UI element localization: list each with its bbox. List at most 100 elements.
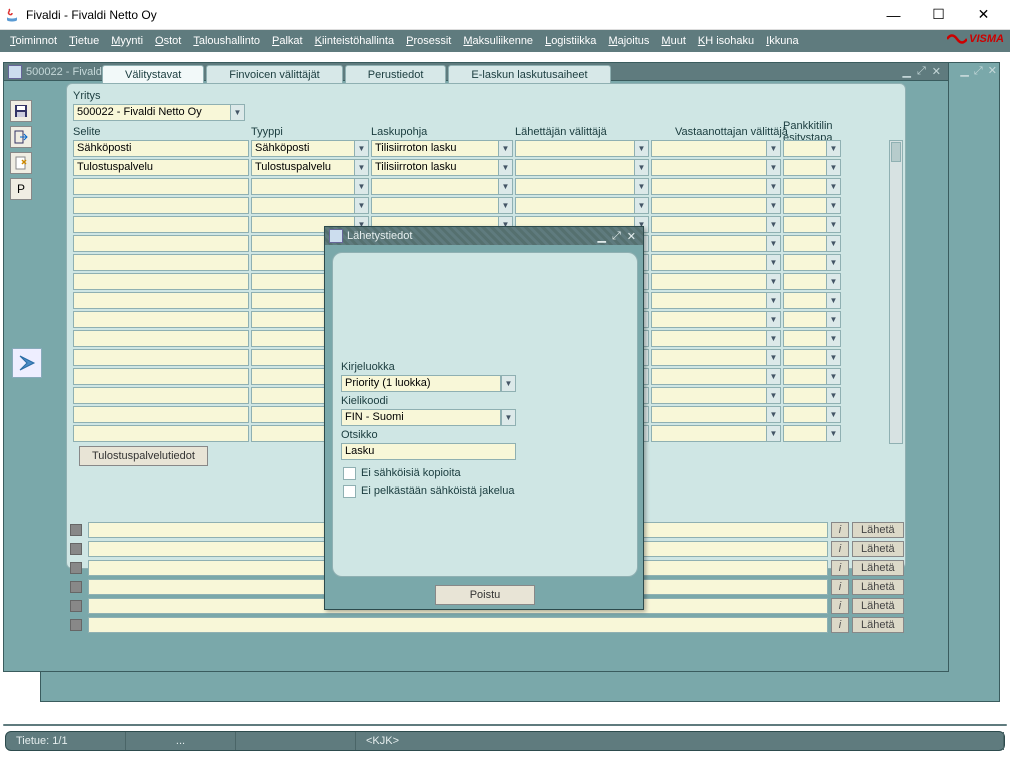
doc-close-icon[interactable]: ✕ <box>929 65 944 78</box>
selite-cell[interactable] <box>73 330 249 347</box>
pankkitilin-cell[interactable] <box>783 349 827 366</box>
pankkitilin-cell[interactable] <box>783 311 827 328</box>
info-button[interactable]: i <box>831 541 849 557</box>
selite-cell[interactable] <box>73 425 249 442</box>
vastaanottajan-cell[interactable] <box>651 368 767 385</box>
pankkitilin-cell-dropdown-icon[interactable]: ▼ <box>826 425 841 442</box>
vastaanottajan-cell-dropdown-icon[interactable]: ▼ <box>766 273 781 290</box>
vastaanottajan-cell[interactable] <box>651 330 767 347</box>
vastaanottajan-cell[interactable] <box>651 349 767 366</box>
vastaanottajan-cell-dropdown-icon[interactable]: ▼ <box>766 425 781 442</box>
laskupohja-cell[interactable] <box>371 178 499 195</box>
pankkitilin-cell-dropdown-icon[interactable]: ▼ <box>826 330 841 347</box>
vastaanottajan-cell-dropdown-icon[interactable]: ▼ <box>766 254 781 271</box>
laskupohja-cell-dropdown-icon[interactable]: ▼ <box>498 197 513 214</box>
selite-cell[interactable] <box>73 292 249 309</box>
selite-cell[interactable] <box>73 406 249 423</box>
scrollbar-handle[interactable] <box>891 142 901 162</box>
laheta-button[interactable]: Lähetä <box>852 541 904 557</box>
vastaanottajan-cell-dropdown-icon[interactable]: ▼ <box>766 159 781 176</box>
laskupohja-cell[interactable]: Tilisiirroton lasku <box>371 140 499 157</box>
pankkitilin-cell-dropdown-icon[interactable]: ▼ <box>826 140 841 157</box>
vastaanottajan-cell-dropdown-icon[interactable]: ▼ <box>766 216 781 233</box>
menu-toiminnot[interactable]: Toiminnot <box>4 32 63 50</box>
row-checkbox[interactable] <box>70 581 82 593</box>
menu-taloushallinto[interactable]: Taloushallinto <box>187 32 266 50</box>
vastaanottajan-cell-dropdown-icon[interactable]: ▼ <box>766 140 781 157</box>
vastaanottajan-cell[interactable] <box>651 387 767 404</box>
doc-min-icon[interactable]: ▁ <box>900 65 914 78</box>
kirjeluokka-field[interactable]: Priority (1 luokka) <box>341 375 501 392</box>
pankkitilin-cell-dropdown-icon[interactable]: ▼ <box>826 387 841 404</box>
info-button[interactable]: i <box>831 522 849 538</box>
tab-elaskun[interactable]: E-laskun laskutusaiheet <box>448 65 610 84</box>
info-button[interactable]: i <box>831 598 849 614</box>
lahettajan-cell-dropdown-icon[interactable]: ▼ <box>634 178 649 195</box>
row-field[interactable] <box>88 617 828 633</box>
lahettajan-cell[interactable] <box>515 140 635 157</box>
doc-max-icon[interactable]: ⤢ <box>914 65 929 78</box>
vastaanottajan-cell-dropdown-icon[interactable]: ▼ <box>766 368 781 385</box>
vastaanottajan-cell-dropdown-icon[interactable]: ▼ <box>766 311 781 328</box>
tyyppi-cell-dropdown-icon[interactable]: ▼ <box>354 159 369 176</box>
poistu-button[interactable]: Poistu <box>435 585 535 605</box>
laskupohja-cell[interactable] <box>371 197 499 214</box>
close-button[interactable]: ✕ <box>961 1 1006 29</box>
tyyppi-cell-dropdown-icon[interactable]: ▼ <box>354 140 369 157</box>
vastaanottajan-cell-dropdown-icon[interactable]: ▼ <box>766 406 781 423</box>
laskupohja-cell-dropdown-icon[interactable]: ▼ <box>498 140 513 157</box>
row-checkbox[interactable] <box>70 600 82 612</box>
pankkitilin-cell-dropdown-icon[interactable]: ▼ <box>826 254 841 271</box>
menu-ikkuna[interactable]: Ikkuna <box>760 32 804 50</box>
menu-myynti[interactable]: Myynti <box>105 32 149 50</box>
pankkitilin-cell[interactable] <box>783 178 827 195</box>
pankkitilin-cell-dropdown-icon[interactable]: ▼ <box>826 178 841 195</box>
lahettajan-cell-dropdown-icon[interactable]: ▼ <box>634 159 649 176</box>
pankkitilin-cell-dropdown-icon[interactable]: ▼ <box>826 406 841 423</box>
pankkitilin-cell-dropdown-icon[interactable]: ▼ <box>826 349 841 366</box>
vastaanottajan-cell[interactable] <box>651 425 767 442</box>
tulostuspalvelutiedot-button[interactable]: Tulostuspalvelutiedot <box>79 446 208 466</box>
grid-scrollbar[interactable] <box>889 140 903 444</box>
row-checkbox[interactable] <box>70 562 82 574</box>
back-doc-min-icon[interactable]: ▁ <box>960 65 968 77</box>
vastaanottajan-cell-dropdown-icon[interactable]: ▼ <box>766 197 781 214</box>
lahettajan-cell[interactable] <box>515 178 635 195</box>
dialog-max-icon[interactable]: ⤢ <box>609 230 624 243</box>
tyyppi-cell-dropdown-icon[interactable]: ▼ <box>354 178 369 195</box>
vastaanottajan-cell-dropdown-icon[interactable]: ▼ <box>766 330 781 347</box>
vastaanottajan-cell-dropdown-icon[interactable]: ▼ <box>766 292 781 309</box>
vastaanottajan-cell[interactable] <box>651 216 767 233</box>
laskupohja-cell[interactable]: Tilisiirroton lasku <box>371 159 499 176</box>
exit-icon[interactable] <box>10 126 32 148</box>
vastaanottajan-cell-dropdown-icon[interactable]: ▼ <box>766 178 781 195</box>
pankkitilin-cell-dropdown-icon[interactable]: ▼ <box>826 368 841 385</box>
triangle-icon[interactable] <box>12 348 42 378</box>
pankkitilin-cell[interactable] <box>783 235 827 252</box>
tyyppi-cell[interactable]: Tulostuspalvelu <box>251 159 355 176</box>
vastaanottajan-cell[interactable] <box>651 235 767 252</box>
pankkitilin-cell[interactable] <box>783 197 827 214</box>
selite-cell[interactable] <box>73 178 249 195</box>
kielikoodi-dropdown-icon[interactable]: ▼ <box>501 409 516 426</box>
pankkitilin-cell-dropdown-icon[interactable]: ▼ <box>826 235 841 252</box>
vastaanottajan-cell[interactable] <box>651 159 767 176</box>
pankkitilin-cell[interactable] <box>783 406 827 423</box>
laheta-button[interactable]: Lähetä <box>852 560 904 576</box>
laskupohja-cell-dropdown-icon[interactable]: ▼ <box>498 178 513 195</box>
dialog-header[interactable]: Lähetystiedot ▁ ⤢ ✕ <box>325 227 643 245</box>
selite-cell[interactable] <box>73 273 249 290</box>
pankkitilin-cell-dropdown-icon[interactable]: ▼ <box>826 197 841 214</box>
pankkitilin-cell[interactable] <box>783 273 827 290</box>
vastaanottajan-cell[interactable] <box>651 311 767 328</box>
info-button[interactable]: i <box>831 617 849 633</box>
info-button[interactable]: i <box>831 560 849 576</box>
tab-finvoicen[interactable]: Finvoicen välittäjät <box>206 65 343 84</box>
otsikko-field[interactable]: Lasku <box>341 443 516 460</box>
pankkitilin-cell[interactable] <box>783 330 827 347</box>
save-icon[interactable] <box>10 100 32 122</box>
lahettajan-cell-dropdown-icon[interactable]: ▼ <box>634 197 649 214</box>
vastaanottajan-cell-dropdown-icon[interactable]: ▼ <box>766 235 781 252</box>
kielikoodi-field[interactable]: FIN - Suomi <box>341 409 501 426</box>
menu-tietue[interactable]: Tietue <box>63 32 105 50</box>
